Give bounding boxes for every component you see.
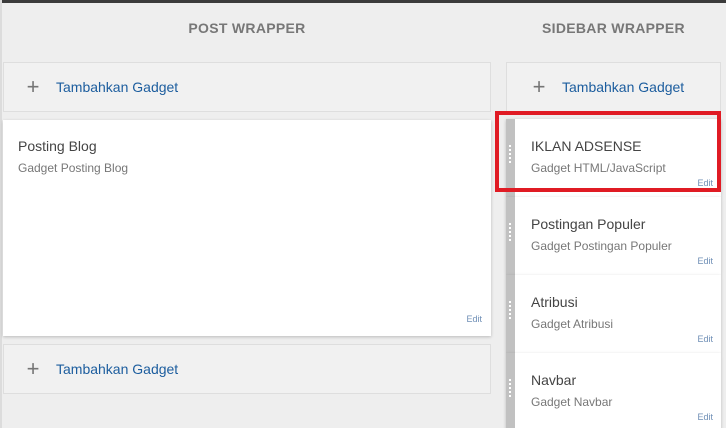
gadget-title: IKLAN ADSENSE [531, 138, 642, 154]
edit-link[interactable]: Edit [697, 412, 713, 422]
drag-handle-icon[interactable] [506, 275, 515, 353]
gadget-subtitle: Gadget Atribusi [531, 317, 614, 331]
add-gadget-label[interactable]: Tambahkan Gadget [56, 79, 178, 95]
sidebar-gadget-card[interactable]: Navbar Gadget Navbar Edit [506, 353, 721, 428]
gadget-title: Posting Blog [18, 138, 97, 154]
sidebar-gadget-card[interactable]: Postingan Populer Gadget Postingan Popul… [506, 197, 721, 275]
edit-link[interactable]: Edit [466, 314, 482, 324]
post-wrapper-title: POST WRAPPER [188, 20, 306, 36]
gadget-title: Postingan Populer [531, 216, 646, 232]
gadget-subtitle: Gadget Navbar [531, 395, 613, 409]
drag-handle-icon[interactable] [506, 353, 515, 428]
edit-link[interactable]: Edit [697, 178, 713, 188]
gadget-title: Navbar [531, 372, 577, 388]
gadget-subtitle: Gadget HTML/JavaScript [531, 161, 666, 175]
post-add-gadget-bottom-button[interactable]: + Tambahkan Gadget [3, 344, 491, 394]
post-add-gadget-top-button[interactable]: + Tambahkan Gadget [3, 62, 491, 112]
plus-icon: + [26, 356, 40, 381]
gadget-subtitle: Gadget Postingan Populer [531, 239, 672, 253]
add-gadget-label[interactable]: Tambahkan Gadget [562, 79, 684, 95]
sidebar-wrapper-title: SIDEBAR WRAPPER [542, 20, 685, 36]
top-bar [0, 0, 726, 3]
sidebar-gadget-card[interactable]: Atribusi Gadget Atribusi Edit [506, 275, 721, 353]
plus-icon: + [26, 74, 40, 99]
add-gadget-label[interactable]: Tambahkan Gadget [56, 361, 178, 377]
sidebar-gadget-card[interactable]: IKLAN ADSENSE Gadget HTML/JavaScript Edi… [506, 119, 721, 197]
post-gadget-card: Posting Blog Gadget Posting Blog Edit [3, 120, 491, 336]
edit-link[interactable]: Edit [697, 334, 713, 344]
drag-handle-icon[interactable] [506, 197, 515, 275]
gadget-subtitle: Gadget Posting Blog [18, 161, 129, 175]
drag-handle-icon[interactable] [506, 119, 515, 197]
gadget-title: Atribusi [531, 294, 578, 310]
plus-icon: + [532, 74, 546, 99]
edit-link[interactable]: Edit [697, 256, 713, 266]
left-divider [0, 0, 2, 428]
sidebar-add-gadget-button[interactable]: + Tambahkan Gadget [506, 62, 721, 112]
